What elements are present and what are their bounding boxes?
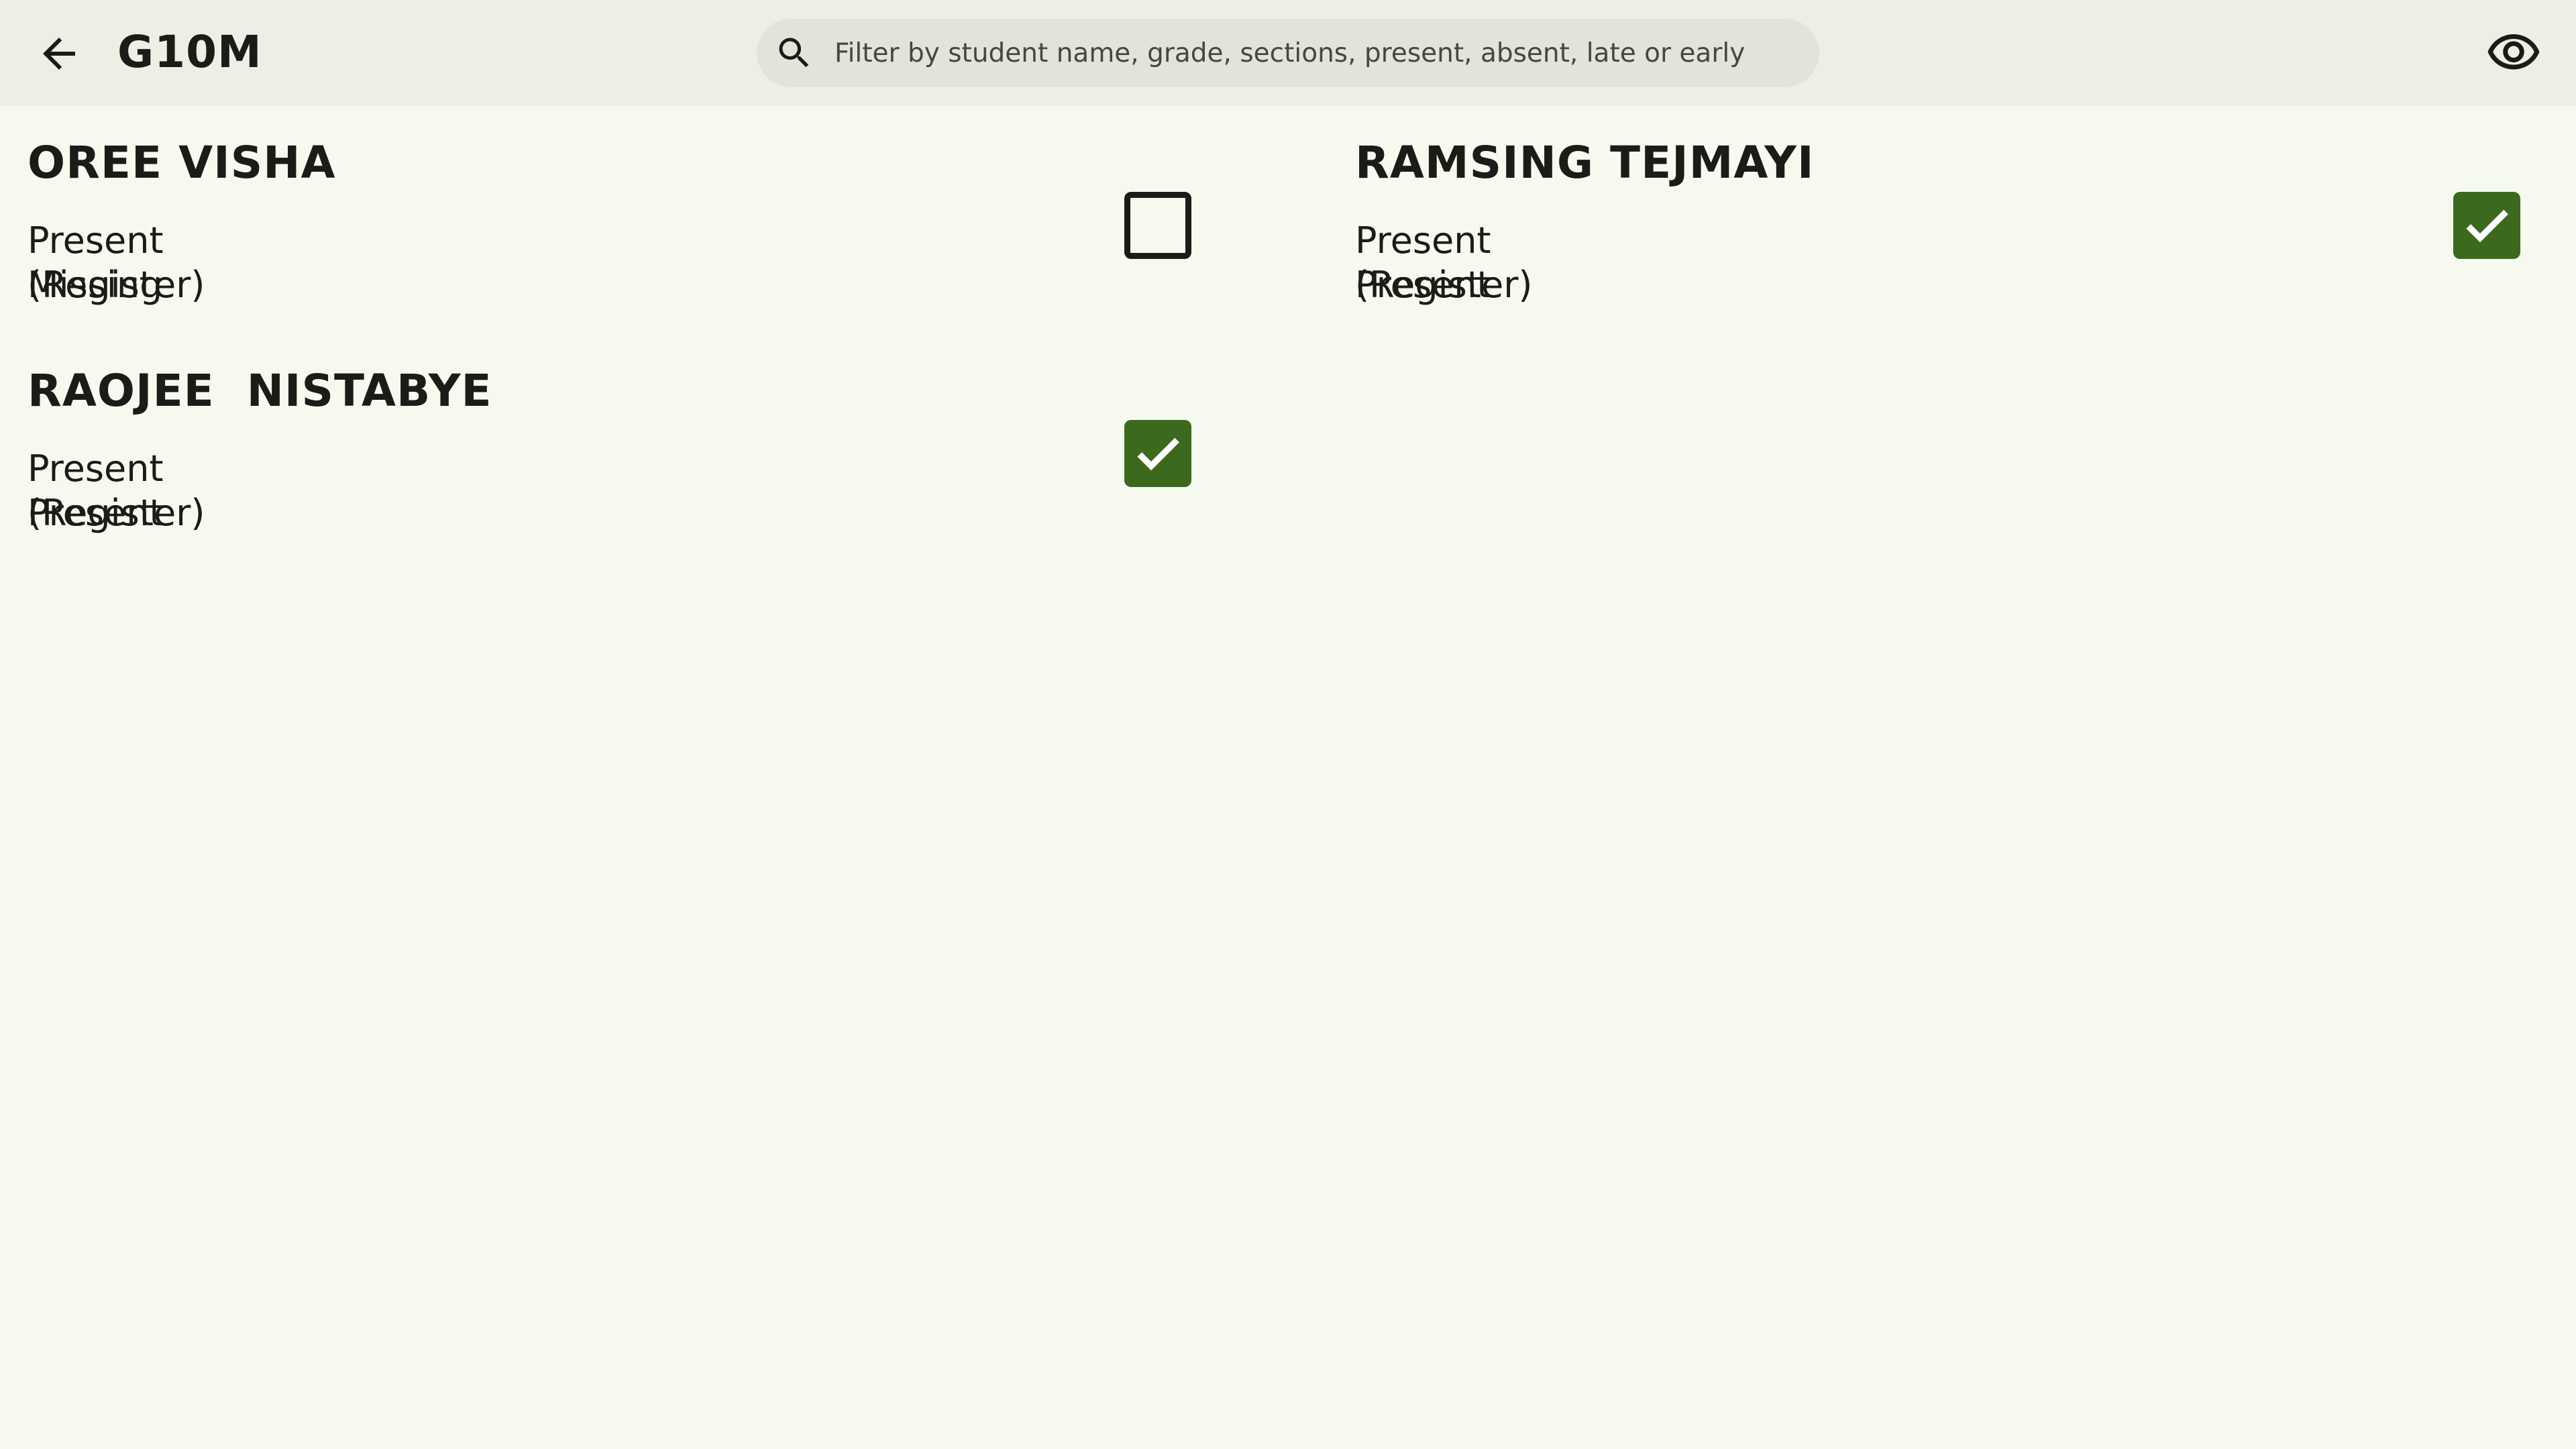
back-button[interactable] [30, 24, 89, 83]
student-name: OREE VISHA [28, 137, 336, 189]
eye-icon [2487, 34, 2540, 70]
check-icon [1137, 437, 1179, 471]
attendance-checkbox[interactable] [1124, 192, 1191, 259]
attendance-status: Present [28, 492, 164, 534]
search-icon [779, 38, 809, 68]
attendance-status: Present [1355, 264, 1491, 306]
visibility-toggle-button[interactable] [2483, 23, 2544, 83]
student-name: RAOJEE NISTABYE [28, 365, 492, 417]
check-icon [2466, 209, 2508, 243]
attendance-checkbox[interactable] [2453, 192, 2520, 259]
arrow-back-icon [43, 38, 75, 70]
search-input[interactable] [835, 31, 1787, 75]
attendance-checkbox[interactable] [1124, 420, 1191, 487]
search-bar[interactable] [757, 19, 1819, 87]
student-name: RAMSING TEJMAYI [1355, 137, 1815, 189]
page-title: G10M [117, 26, 262, 78]
app-bar: G10M [0, 0, 2576, 106]
attendance-status: Missing [28, 264, 163, 306]
